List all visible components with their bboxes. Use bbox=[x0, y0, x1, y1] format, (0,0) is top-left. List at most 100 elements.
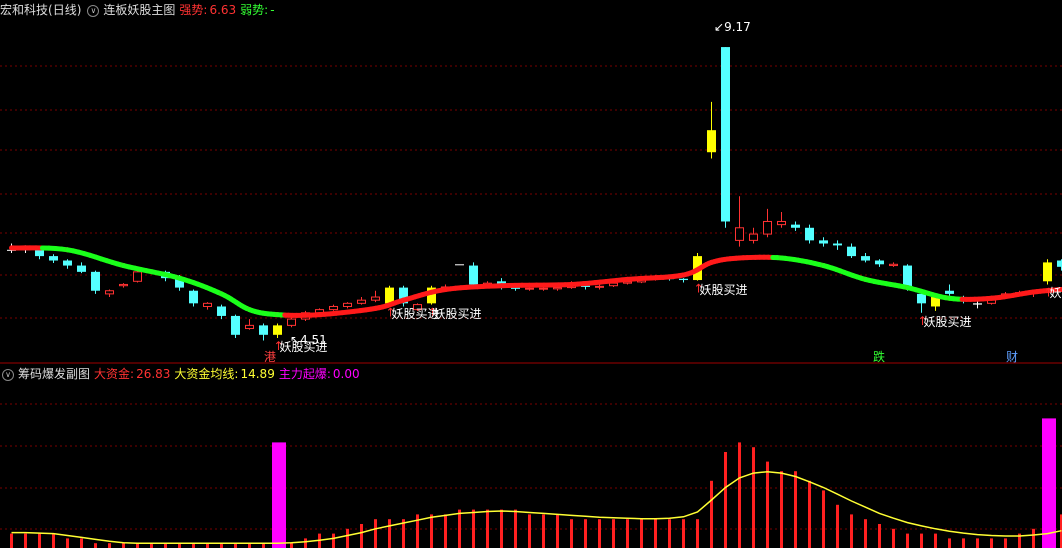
sub-indicator-name[interactable]: 筹码爆发副图 bbox=[18, 367, 90, 381]
candle-body bbox=[217, 306, 226, 316]
candle-body bbox=[679, 278, 688, 281]
stock-name[interactable]: 宏和科技 bbox=[0, 3, 48, 17]
candle-body bbox=[791, 224, 800, 228]
volume-bar bbox=[696, 519, 699, 548]
volume-bar bbox=[1004, 538, 1007, 548]
main-indicator-name[interactable]: 连板妖股主图 bbox=[103, 3, 175, 17]
volume-bar bbox=[948, 538, 951, 548]
buy-signal-label: 妖股买进 bbox=[391, 306, 440, 321]
big-money-value: 26.83 bbox=[136, 367, 171, 381]
volume-bar bbox=[906, 533, 909, 548]
collapse-icon[interactable]: ∨ bbox=[2, 368, 14, 381]
volume-bar bbox=[584, 519, 587, 548]
volume-bar bbox=[290, 543, 293, 548]
marker-fall[interactable]: 跌 bbox=[873, 348, 885, 365]
volume-bar bbox=[626, 519, 629, 548]
big-money-label: 大资金: bbox=[94, 367, 135, 381]
volume-bar bbox=[94, 543, 97, 548]
candle-body bbox=[49, 256, 58, 261]
volume-bar bbox=[640, 519, 643, 548]
candle-body bbox=[273, 325, 282, 335]
burst-bar bbox=[1042, 418, 1056, 548]
avg-value: 14.89 bbox=[240, 367, 275, 381]
volume-bar bbox=[24, 533, 27, 548]
volume-bar bbox=[668, 519, 671, 548]
candle-body bbox=[875, 260, 884, 265]
volume-bar bbox=[122, 543, 125, 548]
candle-body bbox=[469, 265, 478, 285]
candle-body bbox=[861, 256, 870, 261]
volume-bar bbox=[598, 519, 601, 548]
candle-body bbox=[833, 243, 842, 246]
burst-bar bbox=[272, 442, 286, 548]
candle-body bbox=[259, 325, 268, 335]
collapse-icon[interactable]: ∨ bbox=[87, 4, 100, 17]
volume-bar bbox=[66, 538, 69, 548]
volume-average-line bbox=[11, 470, 1062, 544]
stock-chart-canvas[interactable]: ↑↑ ↑↑↑↑ bbox=[0, 0, 1062, 548]
volume-bar bbox=[976, 538, 979, 548]
volume-bar bbox=[710, 480, 713, 548]
candle-body bbox=[1057, 260, 1062, 267]
volume-bar bbox=[990, 538, 993, 548]
volume-bar bbox=[108, 543, 111, 548]
candle-body bbox=[777, 220, 786, 226]
volume-bar bbox=[822, 490, 825, 548]
strong-value: 6.63 bbox=[209, 3, 237, 17]
marker-finance[interactable]: 财 bbox=[1006, 348, 1018, 365]
candle-body bbox=[917, 293, 926, 304]
candle-body bbox=[707, 130, 716, 153]
candle-body bbox=[189, 290, 198, 304]
volume-bar bbox=[360, 524, 363, 548]
volume-bar bbox=[836, 504, 839, 548]
volume-bar bbox=[332, 533, 335, 548]
candle-body bbox=[119, 283, 128, 287]
candle-body bbox=[763, 220, 772, 235]
candle-body bbox=[91, 271, 100, 291]
candle-body bbox=[525, 287, 534, 290]
candle-body bbox=[105, 290, 114, 295]
candle-body bbox=[847, 246, 856, 257]
buy-signal-label: 妖股买进 bbox=[699, 282, 748, 297]
avg-label: 大资金均线: bbox=[174, 367, 239, 381]
volume-bar bbox=[780, 471, 783, 548]
volume-bar bbox=[752, 447, 755, 548]
candle-body bbox=[973, 303, 982, 305]
marker-port[interactable]: 港 bbox=[264, 348, 276, 365]
buy-signal-label: 妖股买进 bbox=[433, 306, 482, 321]
candle-body bbox=[133, 271, 142, 282]
volume-bar bbox=[808, 480, 811, 548]
volume-bar bbox=[1032, 528, 1035, 548]
weak-label: 弱势: bbox=[240, 3, 269, 17]
candle-body bbox=[329, 305, 338, 311]
volume-bar bbox=[850, 514, 853, 548]
candle-body bbox=[385, 287, 394, 304]
volume-bar bbox=[570, 519, 573, 548]
candle-body bbox=[455, 264, 464, 266]
volume-bar bbox=[304, 538, 307, 548]
volume-bar bbox=[654, 519, 657, 548]
candle-body bbox=[357, 299, 366, 304]
volume-bar bbox=[724, 452, 727, 548]
volume-bar bbox=[878, 524, 881, 548]
volume-bar bbox=[738, 442, 741, 548]
volume-bar bbox=[38, 533, 41, 548]
main-chart-header: 宏和科技(日线) ∨ 连板妖股主图 强势: 6.63 弱势: - bbox=[0, 0, 279, 20]
candle-body bbox=[63, 260, 72, 266]
candle-body bbox=[245, 324, 254, 330]
volume-bar bbox=[458, 509, 461, 548]
candle-body bbox=[819, 240, 828, 244]
volume-bar bbox=[528, 514, 531, 548]
volume-bar bbox=[766, 461, 769, 548]
period-label[interactable]: (日线) bbox=[48, 3, 81, 17]
candle-body bbox=[903, 265, 912, 288]
candle-body bbox=[1043, 262, 1052, 282]
main-burst-value: 0.00 bbox=[332, 367, 360, 381]
volume-bar bbox=[52, 533, 55, 548]
volume-bar bbox=[500, 509, 503, 548]
candle-body bbox=[371, 296, 380, 301]
candle-body bbox=[595, 285, 604, 288]
volume-bar bbox=[388, 519, 391, 548]
volume-bar bbox=[374, 519, 377, 548]
volume-bar bbox=[682, 519, 685, 548]
